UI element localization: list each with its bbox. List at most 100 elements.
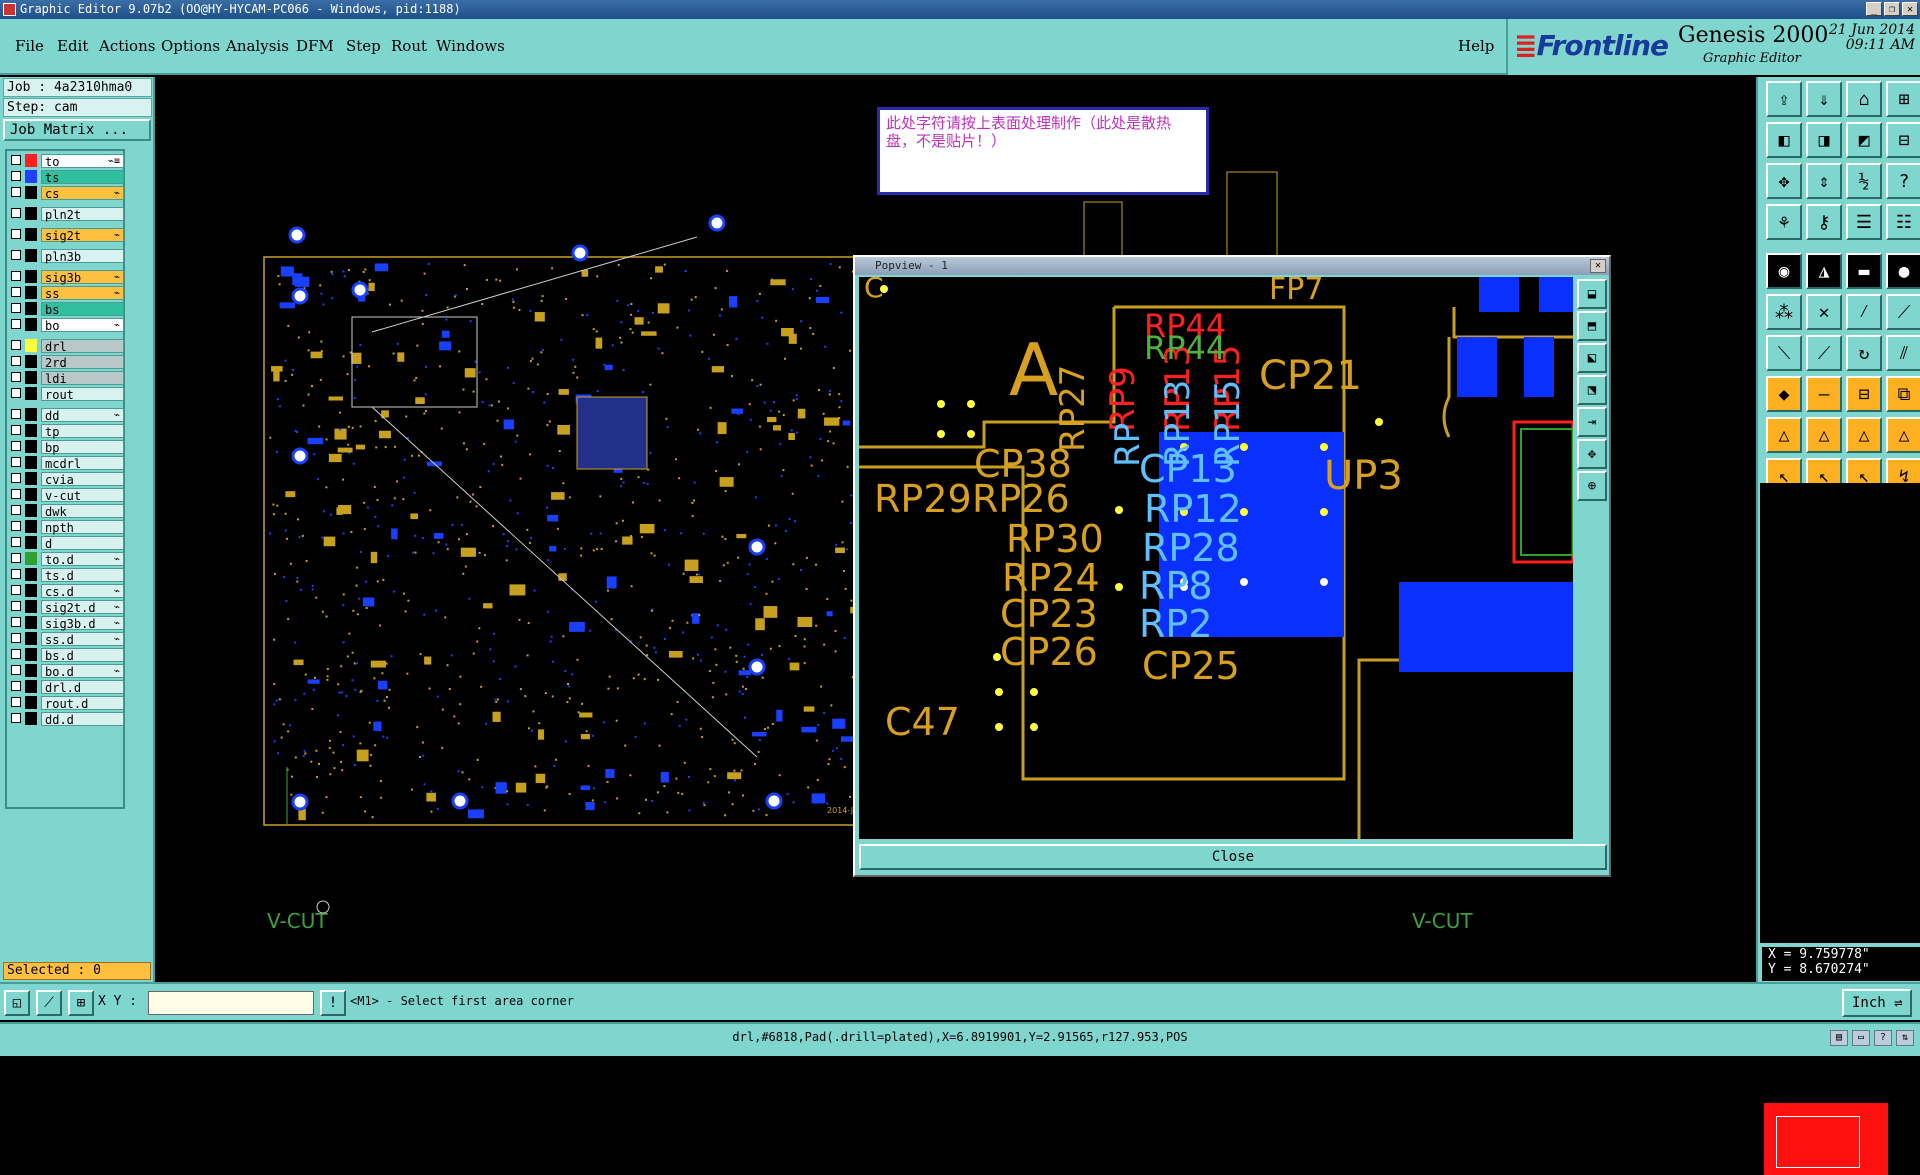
menu-options[interactable]: Options xyxy=(161,37,220,55)
layer-color-swatch[interactable] xyxy=(25,584,37,597)
layer-name[interactable]: dwk xyxy=(41,504,124,519)
layer-name[interactable]: cs ⌁ xyxy=(41,186,124,201)
layer-name[interactable]: ts.d xyxy=(41,568,124,583)
select-icon[interactable]: ◉ xyxy=(1766,253,1802,289)
menu-dfm[interactable]: DFM xyxy=(296,37,334,55)
warn2-icon[interactable]: △ xyxy=(1806,417,1842,453)
layer-name[interactable]: sig3b ⌁ xyxy=(41,270,124,285)
fit-icon[interactable]: ✥ xyxy=(1766,163,1802,199)
layer-name[interactable]: bs xyxy=(41,302,124,317)
layer-row[interactable]: dd.d xyxy=(9,711,124,727)
info-icon[interactable]: ! xyxy=(320,990,346,1016)
layer-checkbox[interactable] xyxy=(11,250,21,260)
layer-name[interactable]: to.d ⌁ xyxy=(41,552,124,567)
resize-icon[interactable]: ⧉ xyxy=(1886,376,1920,412)
move-icon[interactable]: ⁂ xyxy=(1766,294,1802,330)
layer-name[interactable]: ldi xyxy=(41,371,124,386)
job-matrix-button[interactable]: Job Matrix ... xyxy=(3,119,151,141)
close-window-icon[interactable]: ✕ xyxy=(1902,2,1918,16)
layer-checkbox[interactable] xyxy=(11,425,21,435)
layer-checkbox[interactable] xyxy=(11,569,21,579)
layer-row[interactable]: npth xyxy=(9,519,124,535)
layer-color-swatch[interactable] xyxy=(25,302,37,315)
home-icon[interactable]: ⌂ xyxy=(1846,81,1882,117)
layer-row[interactable]: bo.d ⌁ xyxy=(9,663,124,679)
layer-color-swatch[interactable] xyxy=(25,456,37,469)
layer-name[interactable]: bo ⌁ xyxy=(41,318,124,333)
layer-checkbox[interactable] xyxy=(11,553,21,563)
layer-row[interactable]: bs xyxy=(9,301,124,317)
layer-color-swatch[interactable] xyxy=(25,600,37,613)
layer-name[interactable]: d xyxy=(41,536,124,551)
layer-name[interactable]: sig3b.d ⌁ xyxy=(41,616,124,631)
layer-color-swatch[interactable] xyxy=(25,318,37,331)
layer-row[interactable]: ldi xyxy=(9,370,124,386)
layer-color-swatch[interactable] xyxy=(25,408,37,421)
measure-mode-icon[interactable]: ⟋ xyxy=(36,990,62,1016)
menu-windows[interactable]: Windows xyxy=(436,37,505,55)
layer-row[interactable]: bs.d xyxy=(9,647,124,663)
arc-icon[interactable]: ⟍ xyxy=(1766,335,1802,371)
grid-mode-icon[interactable]: ⊞ xyxy=(68,990,94,1016)
pan-left-icon[interactable]: ◧ xyxy=(1766,122,1802,158)
layer-color-swatch[interactable] xyxy=(25,154,37,167)
layer-color-swatch[interactable] xyxy=(25,664,37,677)
layer-name[interactable]: 2rd xyxy=(41,355,124,370)
layer-name[interactable]: ss ⌁ xyxy=(41,286,124,301)
layer-checkbox[interactable] xyxy=(11,633,21,643)
layer-row[interactable]: cvia xyxy=(9,471,124,487)
popview-tool-7-icon[interactable]: ⊕ xyxy=(1577,471,1607,501)
menu-step[interactable]: Step xyxy=(346,37,381,55)
layer-checkbox[interactable] xyxy=(11,665,21,675)
layer-color-swatch[interactable] xyxy=(25,616,37,629)
layer-row[interactable]: sig3b.d ⌁ xyxy=(9,615,124,631)
overview-frame[interactable] xyxy=(1776,1116,1860,1168)
layer-checkbox[interactable] xyxy=(11,697,21,707)
layer-checkbox[interactable] xyxy=(11,208,21,218)
warn1-icon[interactable]: △ xyxy=(1766,417,1802,453)
layer-color-swatch[interactable] xyxy=(25,170,37,183)
popview-tool-3-icon[interactable]: ⬕ xyxy=(1577,343,1607,373)
layer-checkbox[interactable] xyxy=(11,457,21,467)
popview-close-icon[interactable]: ✕ xyxy=(1590,259,1606,273)
layer-checkbox[interactable] xyxy=(11,271,21,281)
layer-row[interactable]: dd ⌁ xyxy=(9,407,124,423)
layer-checkbox[interactable] xyxy=(11,713,21,723)
layer-checkbox[interactable] xyxy=(11,505,21,515)
zoom-in-icon[interactable]: ◩ xyxy=(1846,122,1882,158)
menu-help[interactable]: Help xyxy=(1458,37,1494,55)
layer-name[interactable]: drl.d xyxy=(41,680,124,695)
layer-name[interactable]: cvia xyxy=(41,472,124,487)
layer-color-swatch[interactable] xyxy=(25,440,37,453)
layer-row[interactable]: to.d ⌁ xyxy=(9,551,124,567)
layer-color-swatch[interactable] xyxy=(25,228,37,241)
warn3-icon[interactable]: △ xyxy=(1846,417,1882,453)
layer-name[interactable]: v-cut xyxy=(41,488,124,503)
layer-color-swatch[interactable] xyxy=(25,568,37,581)
layer-color-swatch[interactable] xyxy=(25,504,37,517)
zoom-page-icon[interactable]: ⇓ xyxy=(1806,81,1842,117)
layer-color-swatch[interactable] xyxy=(25,520,37,533)
layer-checkbox[interactable] xyxy=(11,617,21,627)
layer-checkbox[interactable] xyxy=(11,319,21,329)
layer-color-swatch[interactable] xyxy=(25,536,37,549)
help-icon[interactable]: ? xyxy=(1874,1030,1892,1046)
layer-checkbox[interactable] xyxy=(11,441,21,451)
menu-actions[interactable]: Actions xyxy=(99,37,155,55)
layer-name[interactable]: tp xyxy=(41,424,124,439)
layer-row[interactable]: 2rd xyxy=(9,354,124,370)
layer-checkbox[interactable] xyxy=(11,303,21,313)
popview-tool-6-icon[interactable]: ✥ xyxy=(1577,439,1607,469)
layer-color-swatch[interactable] xyxy=(25,424,37,437)
key-icon[interactable]: ⚷ xyxy=(1806,204,1842,240)
cut-icon[interactable]: ✕ xyxy=(1806,294,1842,330)
graphic-canvas[interactable]: V-CUT V-CUT 2014-JUN-18 此处字符请按上表面处理制作（此处… xyxy=(157,77,1754,982)
layer-row[interactable]: ss ⌁ xyxy=(9,285,124,301)
layer-checkbox[interactable] xyxy=(11,155,21,165)
zoom-home-icon[interactable]: ⇪ xyxy=(1766,81,1802,117)
layer-row[interactable]: to ⌁≡ xyxy=(9,153,124,169)
minimize-icon[interactable]: _ xyxy=(1866,2,1882,16)
layer-color-swatch[interactable] xyxy=(25,249,37,262)
print-icon[interactable]: ▤ xyxy=(1830,1030,1848,1046)
layer-row[interactable]: d xyxy=(9,535,124,551)
